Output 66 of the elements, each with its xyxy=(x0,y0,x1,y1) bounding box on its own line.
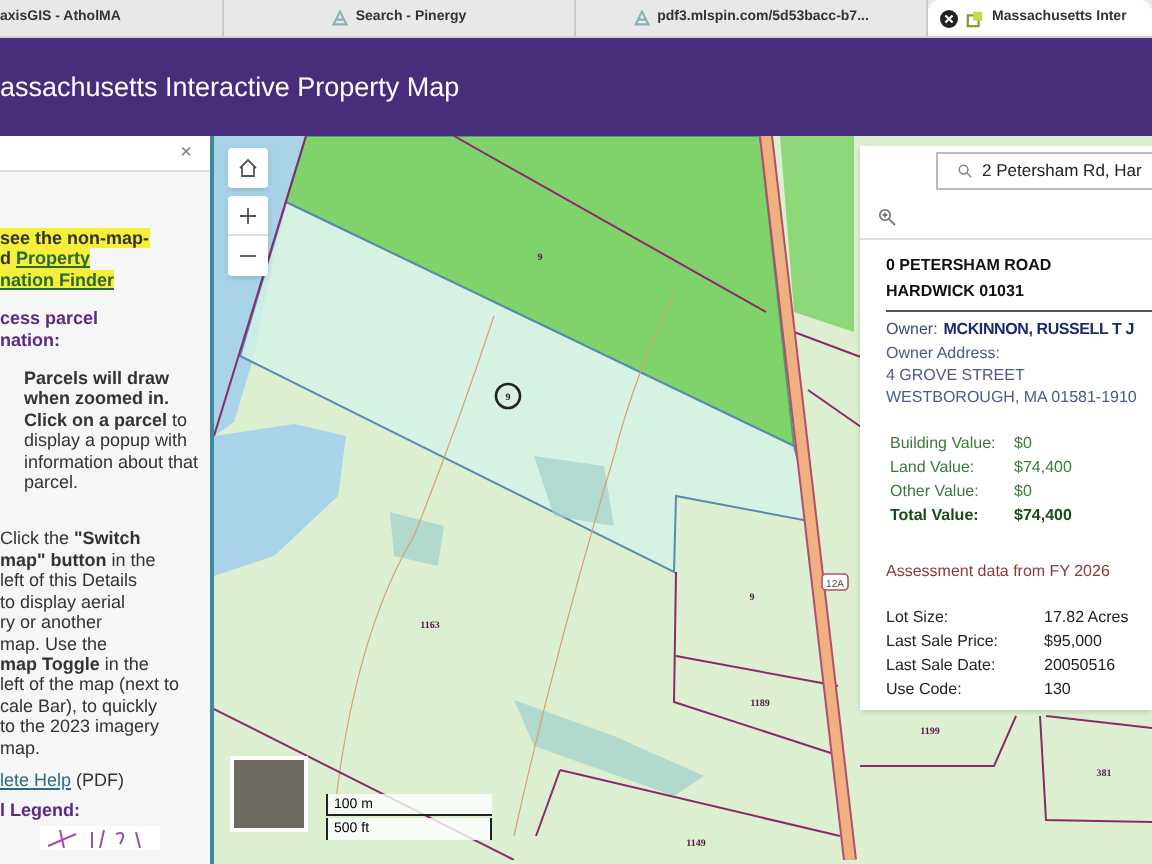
detail-label: Last Sale Date: xyxy=(886,654,998,678)
section-heading: cess parcel xyxy=(0,308,99,330)
address-text: 0 PETERSHAM ROAD xyxy=(886,254,1054,278)
circle-marker xyxy=(494,382,522,410)
instruction-text: map. Use the xyxy=(0,633,108,654)
instruction-text: when zoomed in. xyxy=(24,388,170,410)
instruction-text: left of the map (next to xyxy=(0,674,180,696)
info-text: (PDF) xyxy=(74,769,125,791)
close-tab-icon[interactable] xyxy=(940,9,958,27)
detail-value: 20050516 xyxy=(1044,654,1118,678)
owner-name: MCKINNON, RUSSELL T J xyxy=(943,318,1135,342)
instruction-text: map" button in the xyxy=(0,549,156,571)
site-icon xyxy=(331,10,348,26)
value-amount: $74,400 xyxy=(1014,504,1074,528)
instruction-text: map Toggle in the xyxy=(0,653,149,675)
owner-label: Owner: xyxy=(886,318,938,342)
app-title: assachusetts Interactive Property Map xyxy=(0,73,460,101)
value-label: Land Value: xyxy=(890,456,977,480)
instruction-text: Parcels will draw xyxy=(24,368,170,389)
address-text: HARDWICK 01031 xyxy=(886,280,1026,304)
home-button[interactable] xyxy=(228,148,268,188)
owner-address: WESTBOROUGH, MA 01581-1910 xyxy=(886,386,1139,408)
detail-value: 17.82 Acres xyxy=(1044,606,1129,630)
detail-value: $95,000 xyxy=(1044,630,1104,654)
value-amount: $74,400 xyxy=(1014,456,1074,480)
info-text: d xyxy=(0,248,16,270)
instruction-text: to the 2023 imagery xyxy=(0,716,160,738)
instruction-text: parcel. xyxy=(24,472,79,493)
page-icon xyxy=(966,9,984,27)
site-icon xyxy=(633,10,650,26)
owner-address-label: Owner Address: xyxy=(886,342,1002,364)
detail-label: Use Code: xyxy=(886,678,964,702)
home-icon xyxy=(238,158,258,178)
instruction-text: Click on a parcel to xyxy=(24,409,188,431)
owner-address: 4 GROVE STREET xyxy=(886,364,1027,386)
detail-label: Last Sale Price: xyxy=(886,630,1001,654)
instruction-text: left of this Details xyxy=(0,570,138,592)
search-field[interactable]: 2 Petersham Rd, Har xyxy=(936,152,1152,190)
value-label: Total Value: xyxy=(890,504,981,528)
help-link[interactable]: nation Finder xyxy=(0,269,114,291)
value-label: Other Value: xyxy=(890,480,981,504)
value-amount: $0 xyxy=(1014,432,1034,456)
section-heading: l Legend: xyxy=(0,800,80,822)
instruction-text: to display aerial xyxy=(0,591,126,613)
instruction-text: display a popup with xyxy=(24,430,188,452)
minus-icon xyxy=(240,254,256,258)
search-icon xyxy=(958,164,972,178)
instruction-text: information about that xyxy=(24,451,199,473)
help-link[interactable]: lete Help xyxy=(0,769,72,791)
basemap-toggle-thumbnail[interactable] xyxy=(230,756,308,832)
close-button[interactable]: × xyxy=(180,143,192,163)
info-text: see the non-map- xyxy=(0,228,150,249)
zoom-to-icon[interactable] xyxy=(878,208,896,226)
instruction-text: Click the "Switch xyxy=(0,528,141,550)
instruction-text: map. xyxy=(0,737,41,758)
instruction-text: cale Bar), to quickly xyxy=(0,695,158,717)
value-label: Building Value: xyxy=(890,432,998,456)
legend-drawing xyxy=(40,825,160,850)
detail-value: 130 xyxy=(1044,678,1073,702)
section-heading: nation: xyxy=(0,329,60,351)
help-link[interactable]: Property xyxy=(16,248,91,270)
instruction-text: ry or another xyxy=(0,612,103,633)
detail-label: Lot Size: xyxy=(886,606,951,630)
plus-icon xyxy=(240,207,256,223)
value-amount: $0 xyxy=(1014,480,1034,504)
assessment-note: Assessment data from FY 2026 xyxy=(886,560,1112,584)
